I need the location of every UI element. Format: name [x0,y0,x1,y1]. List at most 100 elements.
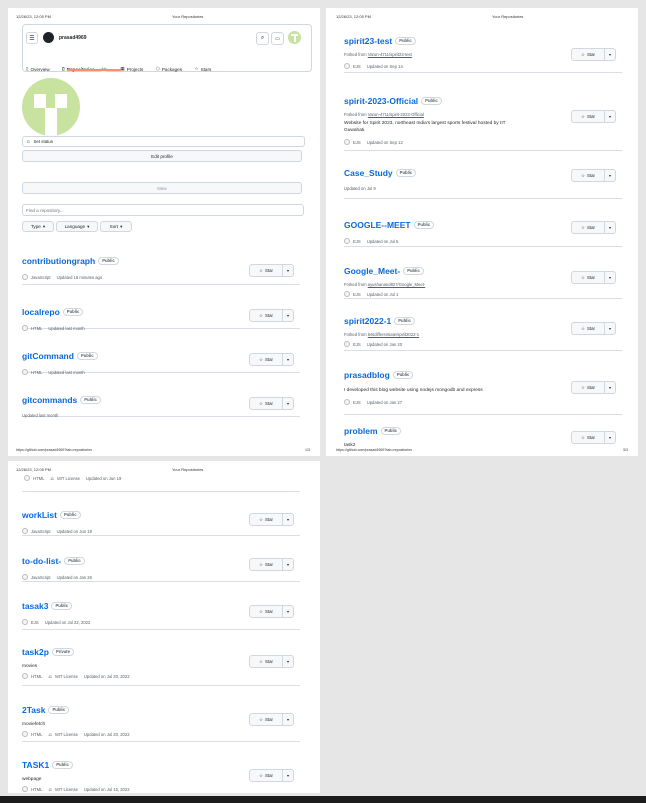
fork-source-link[interactable]: Varun-4711/spirit-2023-Official [368,112,424,117]
tab-packages[interactable]: ⬡ Packages [156,66,182,72]
repo-name-link[interactable]: spirit23-test [344,36,392,46]
repo-item: workList Public JavaScript Updated on Jun … [22,491,300,536]
star-button[interactable]: ☆ Star ▾ [249,605,294,618]
menu-button[interactable]: ☰ [26,32,38,44]
star-button[interactable]: ☆ Star ▾ [571,110,616,123]
language-color-icon [344,341,350,347]
star-button[interactable]: ☆ Star ▾ [249,264,294,277]
language-color-icon [22,574,28,580]
fork-source-link[interactable]: Varun-4711/spirit23-test [368,52,412,57]
new-repo-button[interactable]: New [22,182,302,194]
repo-name-link[interactable]: 2Task [22,705,45,715]
chevron-down-icon[interactable]: ▾ [283,268,293,273]
repo-name-link[interactable]: Google_Meet- [344,266,400,276]
chevron-down-icon[interactable]: ▾ [283,609,293,614]
chevron-down-icon[interactable]: ▾ [605,385,615,390]
chevron-down-icon[interactable]: ▾ [605,275,615,280]
language-filter-button[interactable]: Language ▾ [56,221,98,232]
forked-from: Forked from letsdifferentiate/spirit2022… [344,332,420,337]
star-button[interactable]: ☆ Star ▾ [571,221,616,234]
language-color-icon [24,475,30,481]
edit-profile-button[interactable]: Edit profile [22,150,302,162]
chevron-down-icon[interactable]: ▾ [605,225,615,230]
repo-list: HTML ⚖ MIT License Updated on Jun 19 workLi… [22,473,300,793]
inbox-button[interactable]: ▭ [271,32,284,45]
star-icon: ☆ [259,658,263,664]
star-button[interactable]: ☆ Star ▾ [249,558,294,571]
avatar[interactable] [288,31,301,44]
repo-item: spirit2022-1 Public Forked from letsdiffe… [344,298,622,351]
star-button[interactable]: ☆ Star ▾ [571,381,616,394]
star-button[interactable]: ☆ Star ▾ [571,48,616,61]
repo-name-link[interactable]: Case_Study [344,168,393,178]
repo-name-link[interactable]: tasak3 [22,601,48,611]
taskbar [0,796,646,803]
chevron-down-icon[interactable]: ▾ [283,773,293,778]
repo-name-link[interactable]: prasadblog [344,370,390,380]
repo-name-link[interactable]: gitCommand [22,351,74,361]
visibility-badge: Public [395,168,417,177]
chevron-down-icon[interactable]: ▾ [283,717,293,722]
type-filter-button[interactable]: Type ▾ [22,221,54,232]
chevron-down-icon[interactable]: ▾ [283,659,293,664]
chevron-down-icon[interactable]: ▾ [605,435,615,440]
chevron-down-icon[interactable]: ▾ [283,313,293,318]
fork-source-link[interactable]: letsdifferentiate/spirit2022-1 [368,332,419,337]
search-repo-input[interactable] [22,204,304,216]
repo-name-link[interactable]: contributiongraph [22,256,95,266]
star-button[interactable]: ☆ Star ▾ [249,655,294,668]
chevron-down-icon[interactable]: ▾ [605,173,615,178]
hamburger-icon: ☰ [29,35,35,42]
star-button[interactable]: ☆ Star ▾ [249,713,294,726]
chevron-down-icon[interactable]: ▾ [283,357,293,362]
book-icon: ▯ [26,66,29,71]
language-color-icon [344,139,350,145]
law-icon: ⚖ [50,475,55,481]
repo-name-link[interactable]: gitcommands [22,395,77,405]
sort-button[interactable]: Sort ▾ [100,221,132,232]
set-status-button[interactable]: ☺ Set status [22,136,305,147]
chevron-down-icon[interactable]: ▾ [605,52,615,57]
star-button[interactable]: ☆ Star ▾ [571,322,616,335]
repo-name-link[interactable]: to-do-list- [22,556,61,566]
chevron-down-icon[interactable]: ▾ [283,517,293,522]
tab-overview[interactable]: ▯ Overview [26,66,50,72]
star-button[interactable]: ☆ Star ▾ [249,769,294,782]
star-button[interactable]: ☆ Star ▾ [249,513,294,526]
chevron-down-icon[interactable]: ▾ [605,326,615,331]
star-button[interactable]: ☆ Star ▾ [249,397,294,410]
tab-projects[interactable]: ▦ Projects [120,66,143,72]
search-button[interactable]: ⌕ [256,32,269,45]
repo-name-link[interactable]: problem [344,426,378,436]
tab-stars[interactable]: ☆ Stars [194,66,211,72]
repo-item: problem Public task2 ☆ Star ▾ [344,414,622,448]
repo-name-link[interactable]: GOOGLE--MEET [344,220,411,230]
star-button[interactable]: ☆ Star ▾ [571,431,616,444]
repo-name-link[interactable]: TASK1 [22,760,49,770]
repo-name-link[interactable]: localrepo [22,307,60,317]
star-icon: ☆ [581,434,585,440]
username-link[interactable]: prasad4969 [59,35,87,41]
repo-name-link[interactable]: spirit-2023-Official [344,96,418,106]
language-color-icon [344,399,350,405]
fork-source-link[interactable]: ayushanand827/Google_Meet- [368,282,426,287]
visibility-badge: Public [421,96,442,105]
star-button[interactable]: ☆ Star ▾ [571,169,616,182]
visibility-badge: Public [392,370,414,379]
star-icon: ☆ [259,267,263,273]
repo-name-link[interactable]: task2p [22,647,49,657]
star-button[interactable]: ☆ Star ▾ [249,309,294,322]
star-button[interactable]: ☆ Star ▾ [249,353,294,366]
repo-name-link[interactable]: spirit2022-1 [344,316,391,326]
chevron-down-icon[interactable]: ▾ [283,562,293,567]
forked-from: Forked from ayushanand827/Google_Meet- [344,282,426,287]
star-icon: ☆ [259,716,263,722]
law-icon: ⚖ [48,731,53,737]
repo-description: webpage [22,777,42,782]
star-button[interactable]: ☆ Star ▾ [571,271,616,284]
chevron-down-icon[interactable]: ▾ [283,401,293,406]
chevron-down-icon[interactable]: ▾ [605,114,615,119]
github-logo-icon[interactable] [43,32,54,43]
profile-avatar[interactable] [22,78,80,136]
repo-name-link[interactable]: workList [22,510,57,520]
